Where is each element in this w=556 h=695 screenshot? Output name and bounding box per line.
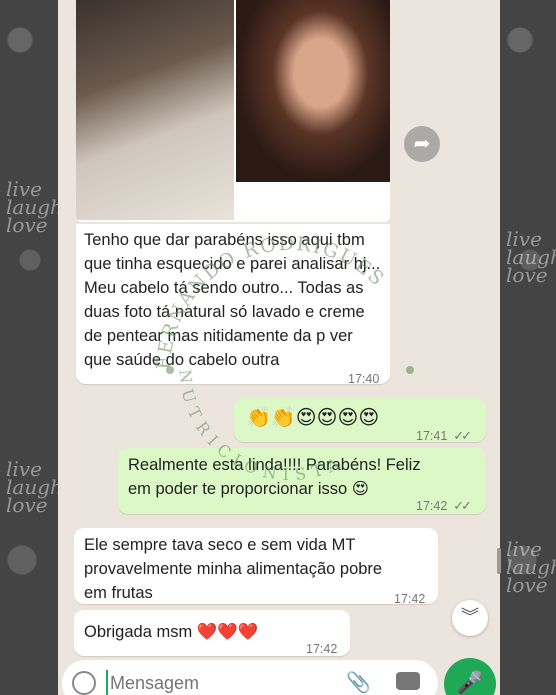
doodle-text: livelaughlove <box>6 457 63 517</box>
message-bubble-incoming[interactable]: Obrigada msm ❤️❤️❤️ 17:42 <box>74 610 350 656</box>
wallpaper-left: live laugh love live laugh love <box>0 0 63 695</box>
message-bubble-outgoing[interactable]: 👏👏😍😍😍😍 17:41 ✓✓ <box>234 398 486 443</box>
forward-icon[interactable]: ➦ <box>404 126 440 162</box>
message-time: 17:42 <box>394 592 426 606</box>
message-text: 👏👏😍😍😍😍 <box>246 407 380 429</box>
message-text: Tenho que dar parabéns isso aqui tbm que… <box>84 231 381 369</box>
message-text: Ele sempre tava seco e sem vida MT prova… <box>84 536 383 602</box>
emoji-icon[interactable] <box>72 671 96 695</box>
paperclip-icon[interactable]: 📎 <box>346 670 371 695</box>
time-value: 17:42 <box>416 499 448 513</box>
doodle-text: livelaughlove <box>6 177 63 237</box>
message-input[interactable] <box>106 670 326 695</box>
doodle-text: livelaughlove <box>506 537 556 597</box>
message-bubble-incoming[interactable]: Tenho que dar parabéns isso aqui tbm que… <box>76 224 390 386</box>
message-text: Realmente esta linda!!!! Parabéns! Feliz… <box>128 456 421 498</box>
photo-after[interactable] <box>236 0 390 182</box>
image-message[interactable] <box>76 0 390 222</box>
message-time: 17:41 ✓✓ <box>416 424 472 448</box>
message-bubble-outgoing[interactable]: Realmente esta linda!!!! Parabéns! Feliz… <box>118 448 486 514</box>
message-time: 17:40 <box>348 372 380 386</box>
photo-before[interactable] <box>76 0 234 220</box>
message-text: Obrigada msm ❤️❤️❤️ <box>84 623 259 641</box>
doodle-text: livelaughlove <box>506 227 556 287</box>
message-composer[interactable]: 📎 <box>62 660 438 695</box>
message-time: 17:42 ✓✓ <box>416 494 472 518</box>
double-chevron-down-icon[interactable]: ︾ <box>452 600 488 636</box>
message-time: 17:42 <box>306 642 338 656</box>
message-bubble-incoming[interactable]: Ele sempre tava seco e sem vida MT prova… <box>74 528 438 606</box>
camera-icon[interactable] <box>396 672 420 690</box>
wallpaper-right: livelaughlove livelaughlove <box>500 0 556 695</box>
read-ticks-icon: ✓✓ <box>453 428 472 443</box>
time-value: 17:41 <box>416 429 448 443</box>
read-ticks-icon: ✓✓ <box>453 498 472 513</box>
scrollbar[interactable] <box>497 548 501 574</box>
